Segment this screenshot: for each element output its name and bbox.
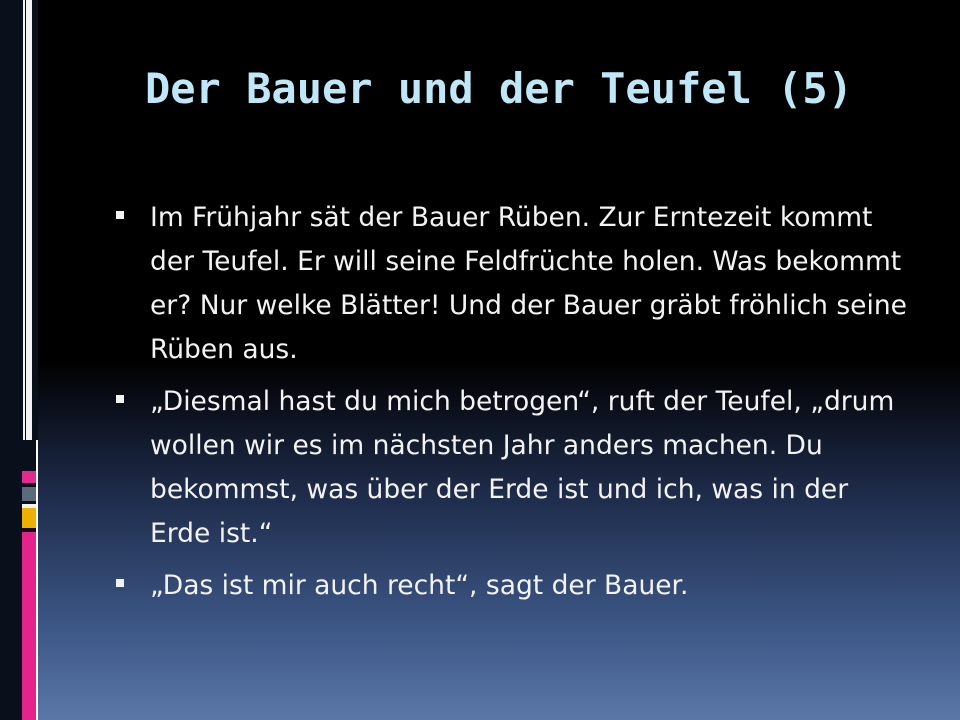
square-bullet-icon (116, 579, 124, 587)
decor-white-line (23, 0, 25, 440)
left-decoration-strip (0, 0, 39, 720)
bullet-text: „Diesmal hast du mich betrogen“, ruft de… (150, 386, 895, 549)
bullet-item: Im Frühjahr sät der Bauer Rüben. Zur Ern… (110, 196, 910, 372)
decor-pink-block (22, 471, 36, 483)
decor-yellow-block (22, 508, 36, 528)
decor-pink-bar (22, 532, 36, 720)
bullet-item: „Diesmal hast du mich betrogen“, ruft de… (110, 380, 910, 556)
slide-title: Der Bauer und der Teufel (5) (144, 64, 853, 113)
decor-white-bar (26, 0, 32, 440)
bullet-text: „Das ist mir auch recht“, sagt der Bauer… (150, 570, 689, 601)
decor-gray-block (22, 487, 36, 501)
bullet-text: Im Frühjahr sät der Bauer Rüben. Zur Ern… (150, 202, 907, 365)
square-bullet-icon (116, 395, 124, 403)
bullet-list: Im Frühjahr sät der Bauer Rüben. Zur Ern… (110, 196, 910, 616)
square-bullet-icon (116, 211, 124, 219)
bullet-item: „Das ist mir auch recht“, sagt der Bauer… (110, 564, 910, 608)
